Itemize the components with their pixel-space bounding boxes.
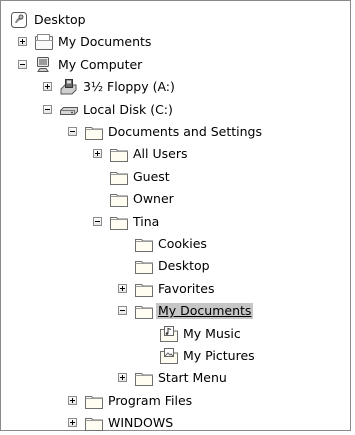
- collapse-icon[interactable]: [68, 127, 77, 136]
- folder-icon: [109, 190, 129, 208]
- tree-item-label: Favorites: [158, 280, 215, 296]
- tree-item-my-documents[interactable]: My Documents: [1, 300, 341, 322]
- tree-item-program-files[interactable]: Program Files: [1, 390, 341, 412]
- tree-item-label: 3½ Floppy (A:): [83, 79, 175, 95]
- tree-item-label: My Pictures: [183, 348, 255, 363]
- expand-icon[interactable]: [68, 418, 77, 428]
- tree-item-label: WINDOWS: [108, 415, 174, 431]
- folder-icon: [134, 257, 154, 275]
- folder-icon: [109, 213, 129, 231]
- tree-item-my-pictures[interactable]: My Pictures: [1, 345, 341, 367]
- tree-item-my-documents[interactable]: My Documents: [1, 31, 341, 53]
- expand-icon[interactable]: [68, 395, 77, 405]
- tree-item-label: Start Menu: [158, 370, 227, 386]
- tree-item-windows[interactable]: WINDOWS: [1, 412, 341, 434]
- folder-icon: [134, 280, 154, 298]
- tree-item-owner[interactable]: Owner: [1, 188, 341, 210]
- tree-item-cookies[interactable]: Cookies: [1, 233, 341, 255]
- tree-item-documents-and-settings[interactable]: Documents and Settings: [1, 121, 341, 143]
- tree-item-desktop[interactable]: Desktop: [1, 255, 341, 277]
- hard-disk-icon: [59, 101, 79, 119]
- tree-item-label: Desktop: [158, 258, 210, 274]
- folder-icon: [109, 168, 129, 186]
- expand-icon[interactable]: [18, 37, 27, 47]
- my-pictures-icon: [159, 347, 179, 365]
- tree-item-desktop[interactable]: Desktop: [1, 9, 341, 31]
- tree-item-tina[interactable]: Tina: [1, 211, 341, 233]
- tree-item-label: Local Disk (C:): [83, 101, 173, 117]
- my-music-icon: [159, 325, 179, 343]
- collapse-icon[interactable]: [93, 216, 102, 226]
- my-computer-icon: [34, 56, 54, 74]
- tree-item-label: Owner: [133, 191, 174, 207]
- expand-icon[interactable]: [43, 82, 52, 92]
- expand-icon[interactable]: [118, 373, 127, 383]
- tree-item-label: My Computer: [58, 56, 143, 72]
- tree-item-label: Cookies: [158, 236, 207, 251]
- tree-item-label: Tina: [133, 213, 160, 229]
- folder-icon: [134, 235, 154, 253]
- tree-item-3-floppy-a[interactable]: 3½ Floppy (A:): [1, 76, 341, 98]
- tree-item-local-disk-c[interactable]: Local Disk (C:): [1, 99, 341, 121]
- collapse-icon[interactable]: [118, 306, 127, 316]
- folder-icon: [84, 123, 104, 141]
- tree-item-all-users[interactable]: All Users: [1, 143, 341, 165]
- tree-item-start-menu[interactable]: Start Menu: [1, 367, 341, 389]
- tree-item-label: Program Files: [108, 392, 193, 408]
- tree-item-guest[interactable]: Guest: [1, 166, 341, 188]
- tree-item-label: My Documents: [58, 34, 152, 50]
- folder-icon: [134, 302, 154, 320]
- my-documents-icon: [34, 33, 54, 51]
- tree-item-label: Guest: [133, 168, 170, 184]
- expand-icon[interactable]: [93, 149, 102, 159]
- desktop-icon: [10, 11, 30, 29]
- collapse-icon[interactable]: [18, 59, 27, 69]
- collapse-icon[interactable]: [43, 104, 52, 114]
- tree-item-my-computer[interactable]: My Computer: [1, 54, 341, 76]
- tree-item-label: All Users: [133, 146, 188, 162]
- tree-item-favorites[interactable]: Favorites: [1, 278, 341, 300]
- tree-item-label: Desktop: [34, 12, 86, 27]
- folder-icon: [84, 414, 104, 432]
- tree-item-label: Documents and Settings: [108, 124, 263, 139]
- folder-tree[interactable]: Desktop My Documents My Computer 3½ Floppy …: [0, 0, 351, 434]
- tree-item-label: My Documents: [156, 303, 254, 320]
- folder-icon: [109, 145, 129, 163]
- floppy-drive-icon: [59, 78, 79, 96]
- folder-icon: [134, 369, 154, 387]
- tree-item-my-music[interactable]: My Music: [1, 323, 341, 345]
- tree-item-label: My Music: [183, 325, 241, 341]
- folder-icon: [84, 392, 104, 410]
- expand-icon[interactable]: [118, 283, 127, 293]
